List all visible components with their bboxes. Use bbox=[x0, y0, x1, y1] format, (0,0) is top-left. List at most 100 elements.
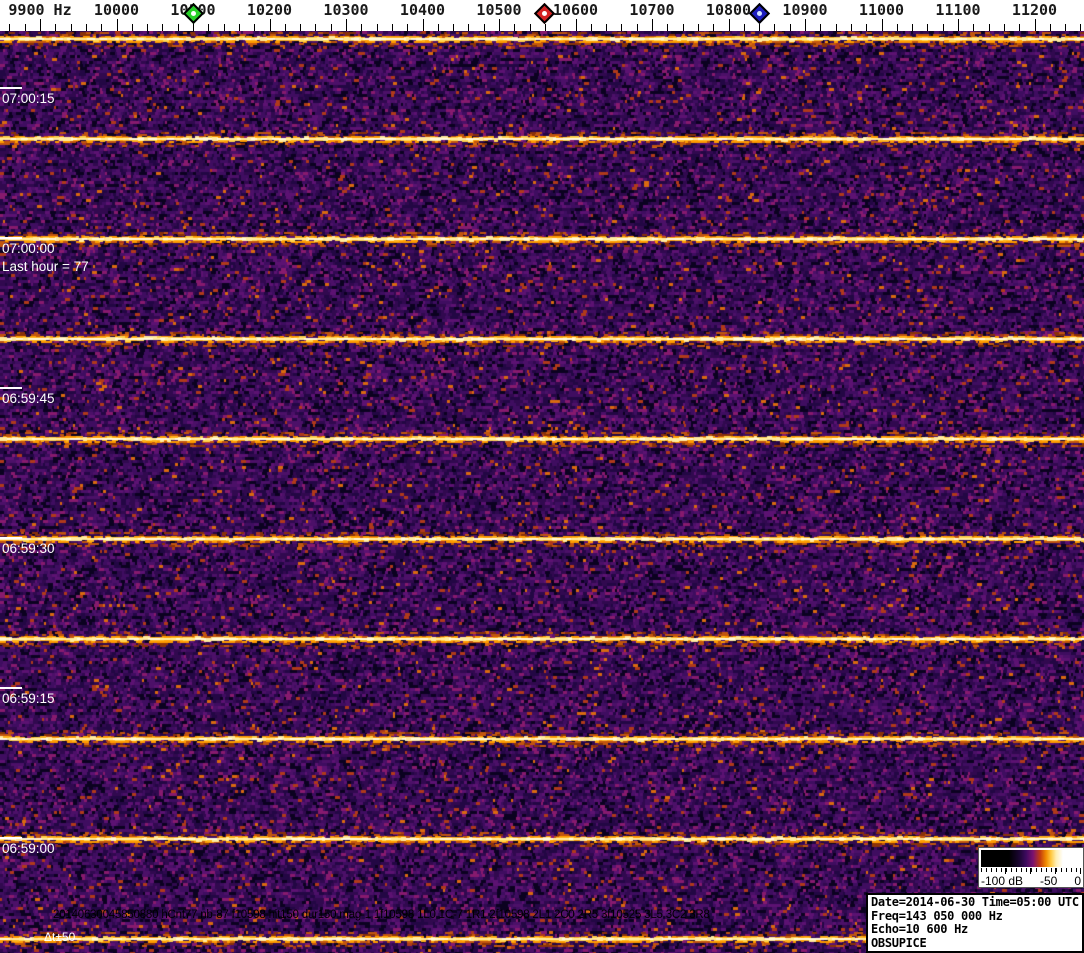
time-tick bbox=[0, 237, 22, 239]
time-tick-label: 06:59:00 bbox=[2, 841, 55, 856]
freq-minor-tick bbox=[973, 24, 975, 31]
freq-minor-tick bbox=[468, 24, 470, 31]
freq-tick-label: 10400 bbox=[399, 1, 446, 19]
freq-tick-label: 10200 bbox=[246, 1, 293, 19]
color-scale-min-label: -100 dB bbox=[981, 874, 1024, 888]
freq-minor-tick bbox=[667, 24, 669, 31]
freq-minor-tick bbox=[208, 24, 210, 31]
freq-minor-tick bbox=[743, 24, 745, 31]
freq-minor-tick bbox=[560, 24, 562, 31]
freq-major-tick bbox=[652, 19, 653, 31]
freq-major-tick bbox=[346, 19, 347, 31]
freq-tick-label: 11200 bbox=[1011, 1, 1058, 19]
freq-minor-tick bbox=[927, 24, 929, 31]
color-scale-labels: -100 dB -50 0 bbox=[981, 874, 1081, 888]
freq-minor-tick bbox=[330, 24, 332, 31]
marker-center-dot bbox=[189, 9, 197, 18]
freq-minor-tick bbox=[376, 24, 378, 31]
color-scale-mid-label: -50 bbox=[1040, 874, 1058, 888]
freq-minor-tick bbox=[590, 24, 592, 31]
freq-minor-tick bbox=[850, 24, 852, 31]
freq-minor-tick bbox=[101, 24, 103, 31]
freq-minor-tick bbox=[912, 24, 914, 31]
blue-diamond-marker-icon bbox=[748, 2, 770, 25]
freq-minor-tick bbox=[697, 24, 699, 31]
freq-minor-tick bbox=[514, 24, 516, 31]
freq-major-tick bbox=[1034, 19, 1036, 31]
freq-minor-tick bbox=[636, 24, 638, 31]
freq-minor-tick bbox=[1049, 24, 1051, 31]
freq-minor-tick bbox=[131, 24, 133, 31]
freq-minor-tick bbox=[238, 24, 240, 31]
freq-major-tick bbox=[269, 19, 271, 31]
freq-minor-tick bbox=[24, 24, 26, 31]
freq-minor-tick bbox=[942, 24, 944, 31]
freq-major-tick bbox=[958, 19, 959, 31]
freq-minor-tick bbox=[1003, 24, 1005, 31]
frequency-axis: 9900 Hz100001010010200103001040010500106… bbox=[0, 0, 1084, 31]
time-tick bbox=[0, 387, 22, 389]
info-date-time: Date=2014-06-30 Time=05:00 UTC bbox=[871, 895, 1079, 909]
time-tick-label: 06:59:30 bbox=[2, 541, 55, 556]
freq-minor-tick bbox=[1065, 24, 1067, 31]
freq-minor-tick bbox=[315, 24, 317, 31]
freq-tick-label: 10600 bbox=[552, 1, 599, 19]
color-scale-gradient bbox=[981, 850, 1081, 867]
freq-major-tick bbox=[40, 19, 41, 31]
freq-tick-label: 11000 bbox=[858, 1, 905, 19]
freq-minor-tick bbox=[162, 24, 164, 31]
freq-major-tick bbox=[499, 19, 500, 31]
freq-minor-tick bbox=[453, 24, 455, 31]
freq-major-tick bbox=[805, 19, 806, 31]
freq-tick-label: 10300 bbox=[323, 1, 369, 19]
freq-tick-label: 11100 bbox=[935, 1, 981, 19]
freq-major-tick bbox=[575, 19, 577, 31]
freq-minor-tick bbox=[529, 24, 531, 31]
time-tick-label: 07:00:00 bbox=[2, 241, 55, 256]
freq-minor-tick bbox=[713, 24, 715, 31]
color-scale-legend: -100 dB -50 0 bbox=[978, 847, 1084, 888]
freq-minor-tick bbox=[177, 24, 179, 31]
freq-minor-tick bbox=[254, 24, 256, 31]
time-tick bbox=[0, 687, 22, 689]
freq-minor-tick bbox=[85, 24, 87, 31]
freq-tick-label: 10000 bbox=[93, 1, 140, 19]
freq-minor-tick bbox=[544, 24, 546, 31]
freq-tick-label: 10700 bbox=[629, 1, 675, 19]
last-hour-count-label: Last hour = 77 bbox=[2, 259, 89, 274]
freq-major-tick bbox=[728, 19, 730, 31]
freq-minor-tick bbox=[407, 24, 409, 31]
time-tick-label: 07:00:15 bbox=[2, 91, 55, 106]
freq-major-tick bbox=[881, 19, 883, 31]
time-tick-label: 06:59:45 bbox=[2, 391, 55, 406]
marker-center-dot bbox=[755, 9, 763, 18]
freq-minor-tick bbox=[483, 24, 485, 31]
time-tick-label: 06:59:15 bbox=[2, 691, 55, 706]
spectrogram-canvas bbox=[0, 31, 1084, 953]
freq-minor-tick bbox=[789, 24, 791, 31]
freq-major-tick bbox=[422, 19, 424, 31]
freq-minor-tick bbox=[147, 24, 149, 31]
freq-minor-tick bbox=[391, 24, 393, 31]
freq-minor-tick bbox=[361, 24, 363, 31]
freq-minor-tick bbox=[774, 24, 776, 31]
freq-minor-tick bbox=[682, 24, 684, 31]
freq-tick-label: 9900 Hz bbox=[8, 1, 72, 19]
freq-minor-tick bbox=[896, 24, 898, 31]
freq-minor-tick bbox=[621, 24, 623, 31]
freq-tick-label: 10800 bbox=[705, 1, 752, 19]
freq-tick-label: 10900 bbox=[782, 1, 828, 19]
time-tick bbox=[0, 87, 22, 89]
freq-minor-tick bbox=[1019, 24, 1021, 31]
freq-minor-tick bbox=[437, 24, 439, 31]
freq-minor-tick bbox=[988, 24, 990, 31]
observation-info-box: Date=2014-06-30 Time=05:00 UTC Freq=143 … bbox=[866, 893, 1084, 953]
spectrogram-app: 9900 Hz100001010010200103001040010500106… bbox=[0, 0, 1084, 953]
freq-minor-tick bbox=[300, 24, 302, 31]
freq-minor-tick bbox=[759, 24, 761, 31]
freq-minor-tick bbox=[223, 24, 225, 31]
freq-minor-tick bbox=[284, 24, 286, 31]
info-station: OBSUPICE bbox=[871, 935, 927, 950]
freq-minor-tick bbox=[1080, 24, 1082, 31]
detection-record-line: 20140630045850880 hCnt77 nb-87 f10598 hi… bbox=[53, 909, 710, 921]
